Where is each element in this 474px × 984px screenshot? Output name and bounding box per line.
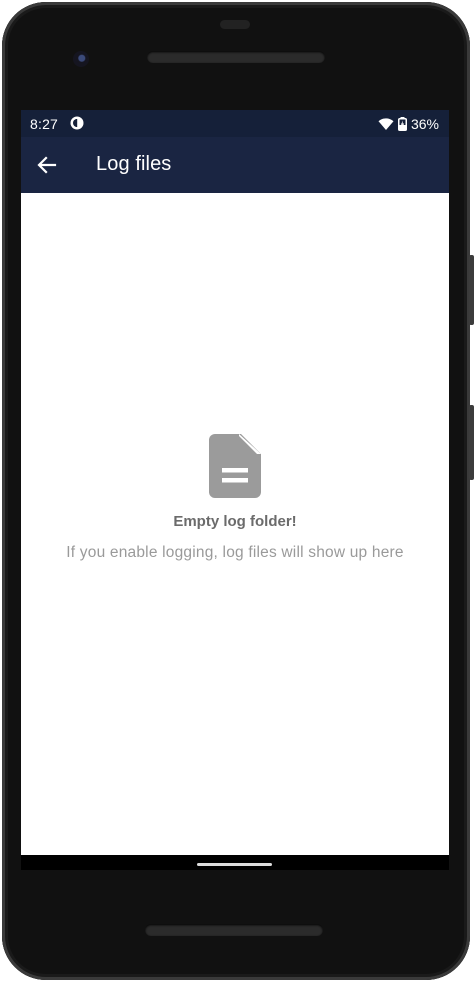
battery-percent: 36% [410, 116, 439, 132]
wifi-icon [378, 117, 394, 130]
top-slot [220, 20, 250, 29]
front-camera [73, 51, 89, 67]
bottom-speaker [145, 924, 323, 936]
home-indicator[interactable] [197, 863, 272, 866]
battery-charging-icon [397, 117, 407, 131]
empty-state-title: Empty log folder! [173, 513, 297, 530]
app-toolbar: Log files [21, 137, 449, 193]
navigation-bar [21, 855, 449, 870]
arrow-back-icon [37, 156, 57, 174]
phone-frame: 8:27 36% Log files Empty log folder! If … [0, 0, 474, 984]
empty-state-container: Empty log folder! If you enable logging,… [21, 193, 449, 855]
power-button [469, 255, 474, 325]
status-time: 8:27 [30, 116, 59, 132]
empty-state-subtitle: If you enable logging, log files will sh… [66, 544, 404, 561]
earpiece-speaker [147, 51, 325, 63]
back-button[interactable] [33, 151, 61, 179]
circle-half-icon [70, 116, 84, 130]
screen: 8:27 36% Log files Empty log folder! If … [21, 110, 449, 870]
status-icons: 36% [378, 116, 439, 132]
document-icon [209, 434, 261, 498]
page-title: Log files [96, 153, 172, 175]
status-bar: 8:27 36% [21, 110, 449, 137]
volume-button [469, 405, 474, 480]
